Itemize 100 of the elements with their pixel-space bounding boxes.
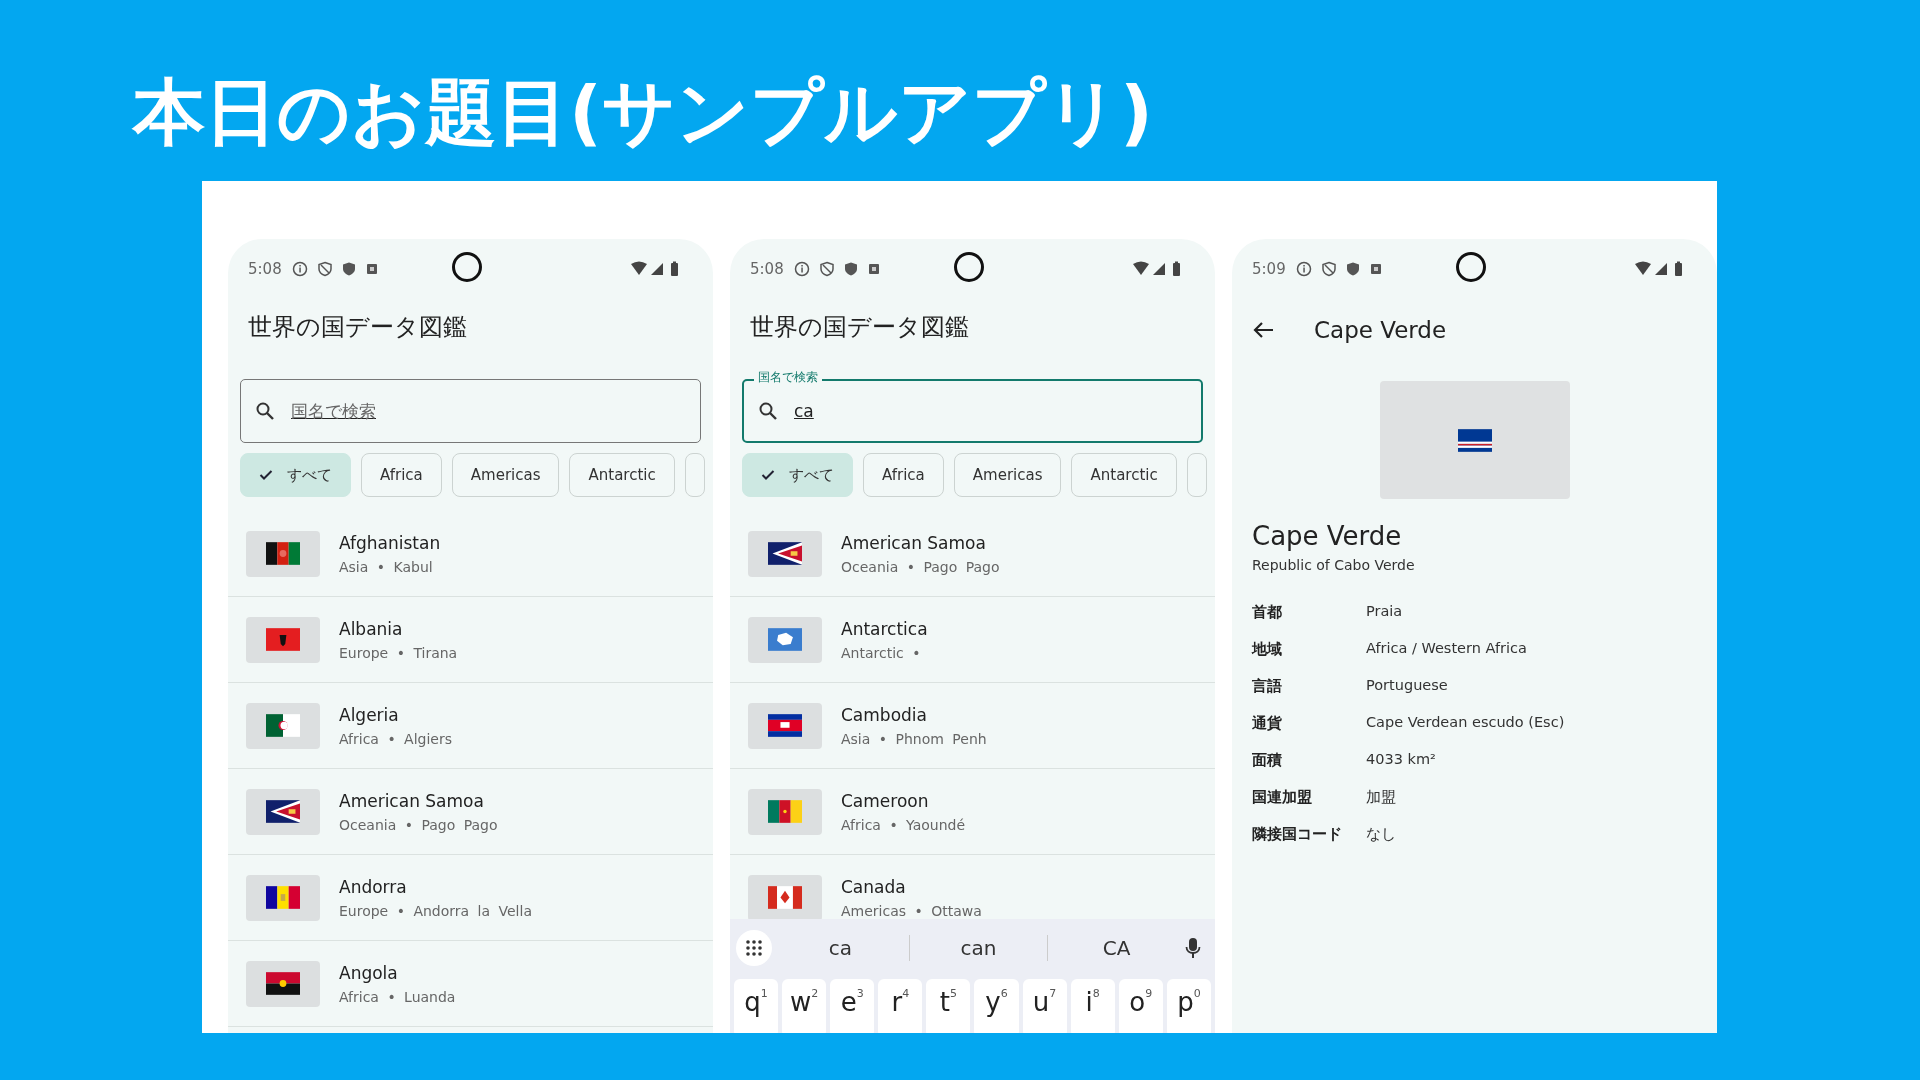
suggestion[interactable]: can [910, 936, 1047, 960]
app-title: 世界の国データ図鑑 [749, 312, 970, 343]
flag-icon [768, 628, 802, 651]
flag-icon [768, 542, 802, 565]
app-title: 世界の国データ図鑑 [247, 312, 468, 343]
country-name[interactable]: Andorra [339, 876, 532, 897]
square-icon [867, 263, 880, 275]
status-time: 5:09 [1252, 260, 1286, 278]
status-time: 5:08 [750, 260, 784, 278]
detail-value: Praia [1366, 603, 1404, 621]
country-subtitle: Europe • Andorra la Vella [339, 902, 532, 919]
detail-label: 言語 [1252, 677, 1283, 696]
keyboard-key[interactable]: r$^{4}$ [878, 979, 923, 1033]
keyboard-key[interactable]: t$^{5}$ [926, 979, 971, 1033]
microphone-icon[interactable] [1185, 937, 1201, 959]
filter-chip[interactable]: Antarctic [1071, 453, 1177, 497]
country-subtitle: Asia • Phnom Penh [841, 730, 987, 747]
camera-cutout-icon [954, 252, 984, 282]
detail-value: Cape Verdean escudo (Esc) [1366, 714, 1566, 732]
detail-label: 通貨 [1252, 714, 1283, 733]
country-name[interactable]: American Samoa [339, 790, 498, 811]
detail-value: 加盟 [1366, 788, 1397, 807]
country-subtitle: Asia • Kabul [339, 558, 434, 575]
shield-slash-icon [1321, 261, 1336, 277]
detail-label: 国連加盟 [1252, 788, 1313, 807]
keyboard-key[interactable]: p$^{0}$ [1166, 979, 1211, 1033]
filter-chip[interactable]: Americas [451, 453, 560, 497]
country-name[interactable]: Antarctica [841, 618, 928, 639]
info-icon [291, 261, 308, 277]
detail-label: 面積 [1252, 751, 1283, 770]
search-field[interactable]: 国名で検索 [240, 379, 701, 443]
country-subtitle: Europe • Tirana [339, 644, 458, 661]
detail-label: 地域 [1252, 640, 1283, 659]
flag-icon [768, 800, 802, 823]
apps-grid-icon[interactable] [736, 930, 772, 966]
search-input[interactable]: ca [794, 399, 1094, 423]
country-name[interactable]: Canada [841, 876, 982, 897]
country-name[interactable]: Angola [339, 962, 456, 983]
flag-icon [266, 542, 300, 565]
check-icon [259, 469, 273, 481]
info-icon [1295, 261, 1312, 277]
keyboard-key[interactable]: w$^{2}$ [782, 979, 827, 1033]
country-name[interactable]: Afghanistan [339, 532, 441, 553]
back-arrow-icon[interactable] [1252, 321, 1274, 339]
country-name[interactable]: Albania [339, 618, 458, 639]
detail-label: 隣接国コード [1252, 825, 1343, 844]
filter-chip[interactable]: Africa [361, 453, 442, 497]
country-subtitle: Antarctic • [841, 644, 922, 661]
keyboard-key[interactable]: q$^{1}$ [734, 979, 779, 1033]
keyboard-key[interactable]: e$^{3}$ [830, 979, 875, 1033]
detail-value: Africa / Western Africa [1366, 640, 1528, 658]
slide-title: 本日のお題目(サンプルアプリ) [133, 69, 1154, 156]
info-icon [793, 261, 810, 277]
flag-icon [1457, 428, 1492, 452]
country-name[interactable]: Cambodia [841, 704, 987, 725]
check-icon [761, 469, 775, 481]
country-name[interactable]: American Samoa [841, 532, 1000, 553]
detail-value: 4033 km² [1366, 751, 1437, 769]
square-icon [1369, 263, 1382, 275]
official-name: Republic of Cabo Verde [1252, 557, 1416, 573]
country-subtitle: Americas • Ottawa [841, 902, 982, 919]
country-name[interactable]: Cameroon [841, 790, 966, 811]
keyboard-key[interactable]: u$^{7}$ [1022, 979, 1067, 1033]
suggestion[interactable]: CA [1048, 936, 1185, 960]
shield-icon [843, 261, 858, 277]
shield-icon [1345, 261, 1360, 277]
keyboard-key[interactable]: i$^{8}$ [1070, 979, 1115, 1033]
shield-slash-icon [317, 261, 332, 277]
filter-chip[interactable]: Africa [863, 453, 944, 497]
flag-icon [266, 800, 300, 823]
keyboard-key[interactable]: o$^{9}$ [1118, 979, 1163, 1033]
filter-chip[interactable]: すべて [742, 453, 853, 497]
flag-icon [768, 714, 802, 737]
toolbar-title: Cape Verde [1314, 317, 1447, 343]
country-subtitle: Africa • Yaoundé [841, 816, 966, 833]
flag-icon [266, 972, 300, 995]
suggestion[interactable]: ca [772, 936, 909, 960]
country-subtitle: Oceania • Pago Pago [841, 558, 1000, 575]
country-name: Cape Verde [1252, 521, 1403, 551]
square-icon [365, 263, 378, 275]
search-input[interactable]: 国名で検索 [291, 399, 591, 423]
field-label: 国名で検索 [754, 370, 822, 384]
detail-value: Portuguese [1366, 677, 1449, 695]
detail-label: 首都 [1252, 603, 1283, 622]
filter-chip[interactable]: Americas [953, 453, 1062, 497]
camera-cutout-icon [452, 252, 482, 282]
filter-chip[interactable]: Antarctic [569, 453, 675, 497]
search-icon [255, 401, 275, 421]
flag-icon [266, 714, 300, 737]
country-subtitle: Oceania • Pago Pago [339, 816, 498, 833]
flag-icon [266, 628, 300, 651]
flag-icon [266, 886, 300, 909]
shield-icon [341, 261, 356, 277]
filter-chip[interactable]: すべて [240, 453, 351, 497]
shield-slash-icon [819, 261, 834, 277]
status-time: 5:08 [248, 260, 282, 278]
keyboard-key[interactable]: y$^{6}$ [974, 979, 1019, 1033]
country-name[interactable]: Algeria [339, 704, 452, 725]
detail-value: なし [1366, 825, 1397, 844]
search-icon [758, 401, 778, 421]
